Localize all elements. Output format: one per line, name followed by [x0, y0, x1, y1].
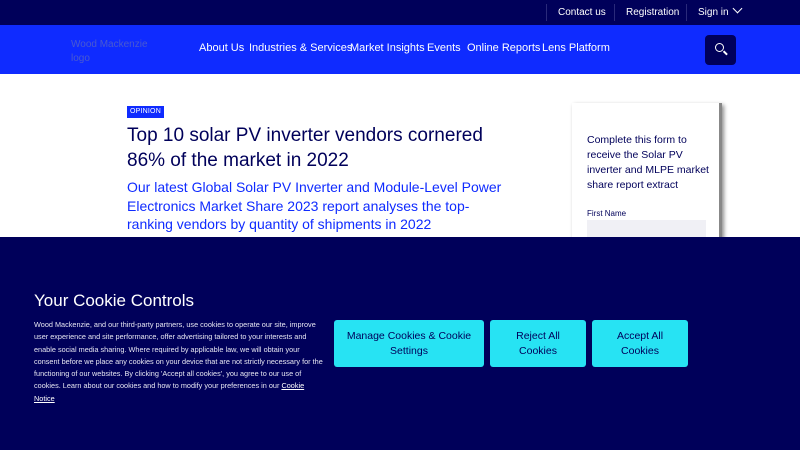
manage-cookies-button[interactable]: Manage Cookies & Cookie Settings	[334, 320, 484, 367]
form-intro: Complete this form to receive the Solar …	[587, 134, 709, 191]
divider	[614, 4, 615, 21]
article-title: Top 10 solar PV inverter vendors cornere…	[127, 125, 483, 171]
cookie-banner: Your Cookie Controls Wood Mackenzie, and…	[0, 237, 800, 450]
opinion-badge: OPINION	[127, 106, 164, 118]
search-icon-handle	[723, 50, 728, 56]
nav-market-insights[interactable]: Market Insights	[350, 42, 425, 54]
nav-lens-platform[interactable]: Lens Platform	[542, 42, 610, 54]
chevron-down-icon	[732, 3, 743, 14]
nav-events[interactable]: Events	[427, 42, 461, 54]
accept-all-cookies-button[interactable]: Accept All Cookies	[592, 320, 688, 367]
nav-online-reports[interactable]: Online Reports	[467, 42, 540, 54]
cookie-text: Wood Mackenzie, and our third-party part…	[34, 320, 323, 391]
site-logo[interactable]: Wood Mackenzie logo	[71, 38, 151, 66]
sign-in-link[interactable]: Sign in	[698, 3, 743, 18]
sign-in-label: Sign in	[698, 7, 729, 18]
cookie-title: Your Cookie Controls	[34, 291, 195, 310]
main-navigation: Wood Mackenzie logo About Us Industries …	[0, 25, 800, 74]
article-subtitle: Our latest Global Solar PV Inverter and …	[127, 179, 502, 232]
top-utility-bar: Contact us Registration Sign in	[0, 0, 800, 25]
nav-about-us[interactable]: About Us	[199, 42, 244, 54]
reject-all-cookies-button[interactable]: Reject All Cookies	[490, 320, 586, 367]
contact-us-link[interactable]: Contact us	[558, 7, 606, 18]
nav-industries-services[interactable]: Industries & Services	[249, 42, 352, 54]
divider	[686, 4, 687, 21]
cookie-description: Wood Mackenzie, and our third-party part…	[34, 319, 324, 405]
first-name-label: First Name	[587, 209, 627, 218]
search-button[interactable]	[705, 35, 736, 65]
registration-link[interactable]: Registration	[626, 7, 679, 18]
divider	[546, 4, 547, 21]
